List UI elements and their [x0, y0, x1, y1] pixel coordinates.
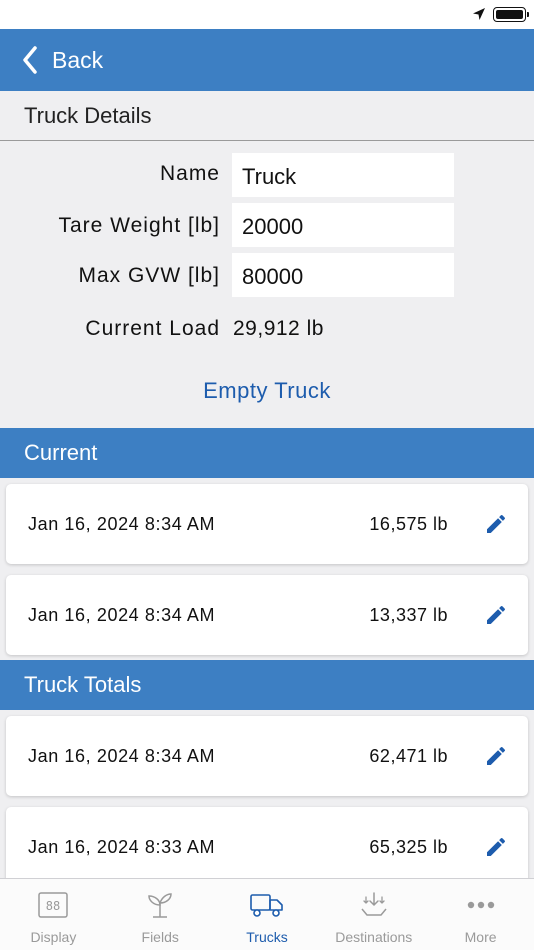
total-entry-card: Jan 16, 2024 8:33 AM 65,325 lb	[6, 807, 528, 887]
max-gvw-input[interactable]	[232, 253, 454, 297]
truck-details-header: Truck Details	[0, 91, 534, 141]
truck-totals-header: Truck Totals	[0, 660, 534, 710]
tare-weight-input[interactable]	[232, 203, 454, 247]
edit-pencil-icon[interactable]	[484, 835, 508, 859]
tab-label: More	[464, 929, 497, 945]
tab-destinations[interactable]: Destinations	[320, 879, 427, 950]
tare-weight-row: Tare Weight [lb]	[0, 203, 534, 249]
current-load-label: Current Load	[85, 317, 220, 340]
entry-weight: 16,575 lb	[369, 514, 448, 534]
tab-label: Trucks	[246, 929, 288, 945]
display-icon: 88	[38, 892, 69, 918]
sprout-icon	[148, 893, 172, 918]
entry-weight: 65,325 lb	[369, 837, 448, 857]
tab-label: Display	[30, 929, 77, 945]
current-load-row: Current Load 29,912 lb	[0, 306, 534, 352]
tab-more[interactable]: More	[427, 879, 534, 950]
truck-icon	[250, 894, 283, 917]
entry-date: Jan 16, 2024 8:34 AM	[28, 514, 216, 534]
name-label: Name	[159, 162, 220, 185]
chevron-left-icon	[23, 46, 37, 74]
tab-label: Fields	[141, 929, 179, 945]
more-dots-icon	[467, 901, 494, 909]
back-button[interactable]: Back	[0, 29, 103, 91]
empty-truck-button[interactable]: Empty Truck	[0, 378, 534, 404]
unload-icon	[361, 892, 387, 916]
name-input[interactable]	[232, 153, 454, 197]
current-load-value: 29,912 lb	[233, 317, 324, 340]
load-entry-card: Jan 16, 2024 8:34 AM 13,337 lb	[6, 575, 528, 655]
tab-trucks[interactable]: Trucks	[214, 879, 321, 950]
tab-display[interactable]: 88 Display	[0, 879, 107, 950]
entry-weight: 62,471 lb	[369, 746, 448, 766]
entry-weight: 13,337 lb	[369, 605, 448, 625]
current-header: Current	[0, 428, 534, 478]
name-row: Name	[0, 153, 534, 199]
location-arrow-icon	[473, 8, 485, 20]
status-bar	[0, 0, 534, 29]
entry-date: Jan 16, 2024 8:34 AM	[28, 746, 216, 766]
max-gvw-row: Max GVW [lb]	[0, 253, 534, 299]
entry-date: Jan 16, 2024 8:33 AM	[28, 837, 216, 857]
nav-bar: Back	[0, 29, 534, 91]
tab-fields[interactable]: Fields	[107, 879, 214, 950]
total-entry-card: Jan 16, 2024 8:34 AM 62,471 lb	[6, 716, 528, 796]
load-entry-card: Jan 16, 2024 8:34 AM 16,575 lb	[6, 484, 528, 564]
entry-date: Jan 16, 2024 8:34 AM	[28, 605, 216, 625]
back-label: Back	[52, 46, 104, 73]
tab-label: Destinations	[335, 929, 413, 945]
edit-pencil-icon[interactable]	[484, 512, 508, 536]
tab-bar: 88 Display Fields Trucks Destinations Mo…	[0, 878, 534, 950]
edit-pencil-icon[interactable]	[484, 603, 508, 627]
edit-pencil-icon[interactable]	[484, 744, 508, 768]
max-gvw-label: Max GVW [lb]	[78, 264, 220, 287]
battery-icon	[493, 7, 529, 22]
svg-text:88: 88	[46, 899, 60, 913]
tare-weight-label: Tare Weight [lb]	[58, 214, 220, 237]
